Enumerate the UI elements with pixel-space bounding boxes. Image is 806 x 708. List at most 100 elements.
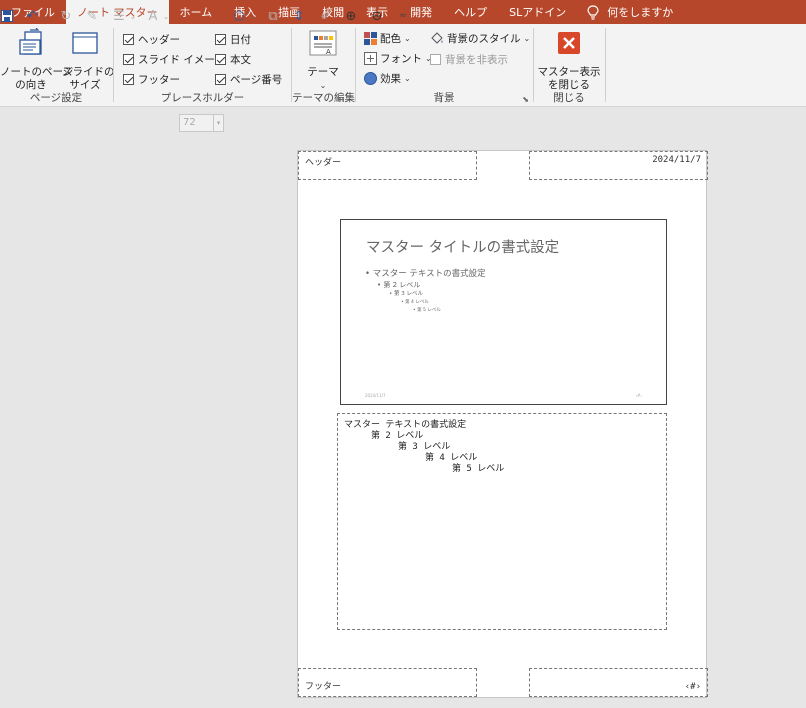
checkbox-slide-image[interactable]: スライド イメージ	[123, 52, 225, 67]
slide-title: マスター タイトルの書式設定	[366, 240, 560, 256]
checkbox-footer-box[interactable]	[123, 74, 134, 85]
slide-image-placeholder[interactable]: マスター タイトルの書式設定 • マスター テキストの書式設定 • 第 2 レベ…	[340, 219, 667, 405]
header-text: ヘッダー	[305, 158, 342, 168]
chevron-down-icon: ⌄	[404, 34, 411, 43]
group-page-setup: ノートのページ の向き スライドの サイズ ページ設定	[0, 24, 115, 107]
checkbox-slide-image-label: スライド イメージ	[138, 54, 226, 66]
effects-button[interactable]: 効果 ⌄	[364, 71, 411, 86]
chevron-down-icon: ⌄	[162, 11, 170, 21]
checkbox-hide-background[interactable]: 背景を非表示	[430, 52, 508, 67]
slide-date: 2024/11/7	[365, 393, 386, 398]
footer-text: フッター	[305, 682, 342, 692]
page-number-text: ‹#›	[684, 682, 701, 692]
ribbon-separator	[605, 28, 606, 102]
slide-number: ‹#›	[635, 393, 642, 398]
fonts-button[interactable]: フォント ⌄	[364, 51, 432, 66]
chevron-down-icon[interactable]: ⌄	[40, 7, 50, 25]
group-edit-theme: A テーマ ⌄ テーマの編集	[292, 24, 355, 107]
chevron-down-icon: ⌄	[129, 11, 137, 21]
checkbox-body[interactable]: 本文	[215, 52, 251, 67]
checkbox-slide-image-box[interactable]	[123, 54, 134, 65]
font-size-value: 72	[183, 117, 196, 128]
zoom-out-icon[interactable]: ⊖	[369, 7, 385, 25]
save-icon[interactable]	[0, 7, 14, 25]
dialog-launcher-icon[interactable]: ⬊	[522, 95, 529, 104]
checkbox-page-number-box[interactable]	[215, 74, 226, 85]
tell-me-text: 何をしますか	[607, 6, 674, 19]
text-direction-icon[interactable]: ⇕	[291, 7, 307, 25]
format-painter-icon: ✎	[86, 8, 98, 24]
slide-bullet-list: • マスター テキストの書式設定 • 第 2 レベル • 第 3 レベル • 第…	[365, 269, 486, 315]
tab-sl-addin[interactable]: SLアドイン	[498, 0, 577, 24]
chevron-down-icon[interactable]: ▾	[213, 115, 223, 131]
group-background: 配色 ⌄ フォント ⌄ 効果 ⌄ 背景のスタイル ⌄ 背景を非表示 背景 ⬊	[356, 24, 532, 107]
color-palette-icon	[364, 32, 377, 45]
slide-bullet-level-2: • 第 2 レベル	[377, 281, 421, 289]
effects-label: 効果	[380, 73, 401, 85]
checkbox-header-box[interactable]	[123, 34, 134, 45]
slide-bullet-level-1: • マスター テキストの書式設定	[365, 269, 486, 279]
date-text: 2024/11/7	[652, 155, 701, 165]
quick-access-toolbar	[0, 108, 806, 140]
notes-page-orientation-label: ノートのページ の向き	[0, 66, 74, 91]
checkbox-hide-background-label: 背景を非表示	[445, 54, 508, 66]
paint-bucket-icon	[431, 32, 443, 44]
checkbox-date-box[interactable]	[215, 34, 226, 45]
slide-bullet-level-3: • 第 3 レベル	[389, 291, 423, 297]
slide-size-button[interactable]: スライドの サイズ	[62, 28, 115, 92]
page-number-placeholder[interactable]: ‹#›	[529, 668, 708, 697]
tab-help[interactable]: ヘルプ	[443, 0, 498, 24]
tab-home[interactable]: ホーム	[169, 0, 224, 24]
font-icon	[364, 52, 377, 65]
checkbox-header[interactable]: ヘッダー	[123, 32, 180, 47]
group-label-close: 閉じる	[553, 92, 585, 104]
notes-body-placeholder[interactable]: マスター テキストの書式設定 第 2 レベル 第 3 レベル 第 4 レベル 第…	[337, 413, 667, 630]
edit-shape-icon: ✐	[320, 8, 332, 24]
svg-text:A: A	[326, 48, 331, 56]
slide-bullet-level-4: • 第 4 レベル	[401, 300, 429, 305]
checkbox-page-number[interactable]: ページ番号	[215, 72, 282, 87]
close-master-view-label: マスター表示 を閉じる	[537, 66, 601, 91]
checkbox-body-box[interactable]	[215, 54, 226, 65]
slide-bullet-level-5: • 第 5 レベル	[413, 308, 441, 313]
theme-icon: A	[309, 30, 337, 56]
undo-icon[interactable]: ↶	[24, 7, 40, 25]
close-icon	[558, 32, 580, 54]
footer-placeholder[interactable]: フッター	[298, 668, 477, 697]
colors-button[interactable]: 配色 ⌄	[364, 31, 411, 46]
checkbox-date-label: 日付	[230, 34, 251, 46]
slide-size-label: スライドの サイズ	[62, 66, 115, 91]
background-styles-button[interactable]: 背景のスタイル ⌄	[430, 31, 530, 46]
group-objects-icon: ⧉	[268, 8, 278, 24]
font-size-combobox[interactable]: 72 ▾	[179, 114, 224, 132]
group-label-placeholders: プレースホルダー	[160, 92, 245, 104]
effects-icon	[364, 72, 377, 85]
bullets-icon: ☰	[113, 8, 125, 24]
close-master-view-button[interactable]: マスター表示 を閉じる	[536, 28, 602, 92]
theme-label: テーマ	[307, 66, 339, 78]
zoom-in-icon[interactable]: ⊕	[343, 7, 359, 25]
checkbox-footer-label: フッター	[138, 74, 180, 86]
theme-button[interactable]: A テーマ ⌄	[300, 28, 346, 92]
font-color-icon: A	[148, 8, 158, 24]
date-placeholder[interactable]: 2024/11/7	[529, 151, 708, 180]
group-label-edit-theme: テーマの編集	[292, 92, 355, 104]
customize-toolbar-icon[interactable]: ≂	[396, 7, 410, 25]
group-placeholders: ヘッダー スライド イメージ フッター 日付 本文 ページ番号 プレースホルダー	[114, 24, 291, 107]
chevron-down-icon[interactable]: ⌄	[248, 7, 258, 25]
checkbox-hide-background-box[interactable]	[430, 54, 441, 65]
chevron-down-icon: ⌄	[523, 34, 531, 43]
checkbox-footer[interactable]: フッター	[123, 72, 180, 87]
chevron-down-icon: ⌄	[404, 74, 411, 83]
checkbox-body-label: 本文	[230, 54, 251, 66]
notes-page-orientation-button[interactable]: ノートのページ の向き	[0, 27, 74, 92]
shapes-icon[interactable]: ⬠	[230, 7, 248, 25]
checkbox-date[interactable]: 日付	[215, 32, 251, 47]
checkbox-page-number-label: ページ番号	[230, 74, 283, 86]
slide-size-icon	[72, 32, 98, 54]
tell-me-search[interactable]: 何をしますか	[577, 0, 673, 24]
redo-icon: ↻	[60, 8, 72, 24]
notes-page: ヘッダー 2024/11/7 マスター タイトルの書式設定 • マスター テキス…	[297, 150, 708, 698]
group-label-page-setup: ページ設定	[29, 92, 83, 104]
header-placeholder[interactable]: ヘッダー	[298, 151, 477, 180]
